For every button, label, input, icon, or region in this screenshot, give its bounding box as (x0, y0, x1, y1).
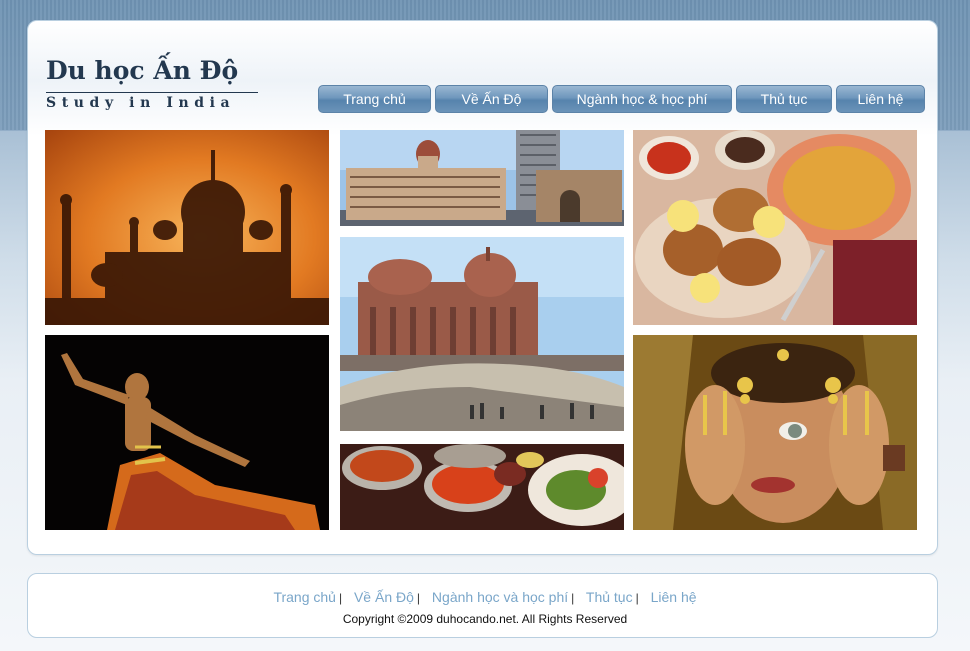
footer-panel (27, 573, 938, 638)
photo-indian-curry-bowls (340, 444, 624, 530)
photo-indian-bride-portrait (633, 335, 917, 530)
footer-separator: | (338, 591, 343, 605)
photo-indian-dancer (45, 335, 329, 530)
main-navigation: Trang chủ Về Ấn Độ Ngành học & học phí T… (0, 85, 970, 113)
photo-vivekananda-rock-memorial (340, 237, 624, 431)
photo-taj-mahal-sunset (45, 130, 329, 325)
photo-taj-mahal-palace-hotel (340, 130, 624, 226)
nav-ve-an-do[interactable]: Về Ấn Độ (435, 85, 548, 113)
nav-thu-tuc[interactable]: Thủ tục (736, 85, 832, 113)
footer-link-ve-an-do[interactable]: Về Ấn Độ (354, 589, 414, 605)
nav-lien-he[interactable]: Liên hệ (836, 85, 925, 113)
footer-separator: | (635, 591, 639, 605)
footer-link-trang-chu[interactable]: Trang chủ (273, 589, 336, 605)
nav-nganh-hoc-hoc-phi[interactable]: Ngành học & học phí (552, 85, 732, 113)
footer-link-lien-he[interactable]: Liên hệ (651, 589, 697, 605)
footer-separator: | (416, 591, 421, 605)
footer-link-thu-tuc[interactable]: Thủ tục (586, 589, 633, 605)
copyright-text: Copyright ©2009 duhocando.net. All Right… (342, 612, 628, 626)
nav-trang-chu[interactable]: Trang chủ (318, 85, 431, 113)
footer-link-nganh-hoc-hoc-phi[interactable]: Ngành học và học phí (432, 589, 568, 605)
photo-indian-food-plate (633, 130, 917, 325)
footer-separator: | (571, 591, 575, 605)
logo-title: Du học Ấn Độ (46, 56, 239, 85)
footer-navigation: Trang chủ | Về Ấn Độ | Ngành học và học ph… (0, 589, 970, 605)
